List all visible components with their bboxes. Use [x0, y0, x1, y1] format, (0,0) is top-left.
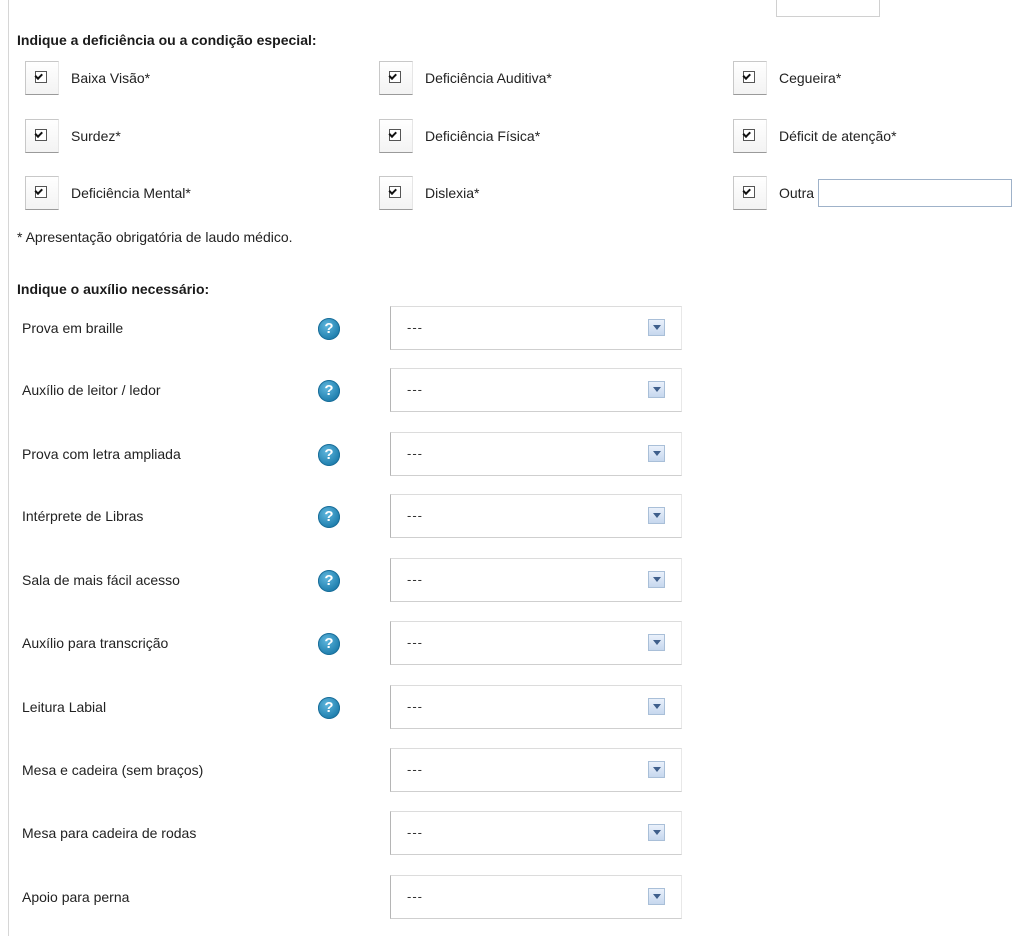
checkbox-item-deficit-atencao[interactable]: Déficit de atenção*	[733, 118, 897, 154]
help-question-icon[interactable]: ?	[318, 380, 340, 402]
checkbox-item-dislexia[interactable]: Dislexia*	[379, 175, 479, 211]
checkbox-item-surdez[interactable]: Surdez*	[25, 118, 121, 154]
help-question-icon[interactable]: ?	[318, 506, 340, 528]
checkbox-checked-icon	[743, 186, 755, 198]
chevron-down-icon[interactable]	[648, 888, 665, 905]
checkbox-baixa-visao[interactable]	[25, 61, 59, 95]
chevron-down-icon[interactable]	[648, 824, 665, 841]
aid-select[interactable]: ---	[390, 811, 682, 855]
aid-row: Sala de mais fácil acesso? ---	[0, 558, 700, 602]
help-question-icon[interactable]: ?	[318, 444, 340, 466]
checkbox-checked-icon	[743, 129, 755, 141]
checkbox-item-baixa-visao[interactable]: Baixa Visão*	[25, 60, 150, 96]
aid-select-value: ---	[407, 635, 423, 650]
chevron-down-icon[interactable]	[648, 761, 665, 778]
aid-select[interactable]: ---	[390, 748, 682, 792]
checkbox-deficiencia-mental[interactable]	[25, 176, 59, 210]
chevron-down-icon[interactable]	[648, 319, 665, 336]
chevron-down-icon[interactable]	[648, 507, 665, 524]
aid-select-value: ---	[407, 446, 423, 461]
aid-row: Prova em braille? ---	[0, 306, 700, 350]
checkbox-checked-icon	[35, 129, 47, 141]
checkbox-outra[interactable]	[733, 176, 767, 210]
checkbox-cegueira[interactable]	[733, 61, 767, 95]
aid-label: Leitura Labial	[22, 699, 107, 715]
aid-label: Apoio para perna	[22, 889, 130, 905]
checkbox-checked-icon	[35, 186, 47, 198]
checkbox-checked-icon	[389, 71, 401, 83]
deficiency-section-title: Indique a deficiência ou a condição espe…	[17, 32, 317, 48]
aid-select-value: ---	[407, 889, 423, 904]
chevron-down-icon[interactable]	[648, 571, 665, 588]
checkbox-deficiencia-auditiva[interactable]	[379, 61, 413, 95]
checkbox-label: Baixa Visão*	[71, 70, 151, 86]
aid-row: Intérprete de Libras? ---	[0, 494, 700, 538]
chevron-down-icon[interactable]	[648, 698, 665, 715]
aid-label: Prova em braille	[22, 320, 124, 336]
aid-label: Auxílio para transcrição	[22, 635, 169, 651]
aid-select-value: ---	[407, 699, 423, 714]
special-needs-form: Indique a deficiência ou a condição espe…	[0, 0, 1036, 936]
checkbox-item-deficiencia-auditiva[interactable]: Deficiência Auditiva*	[379, 60, 552, 96]
aid-select[interactable]: ---	[390, 494, 682, 538]
help-question-icon[interactable]: ?	[318, 697, 340, 719]
aid-select-value: ---	[407, 320, 423, 335]
checkbox-item-cegueira[interactable]: Cegueira*	[733, 60, 841, 96]
checkbox-label: Deficiência Física*	[425, 128, 541, 144]
aid-section-title: Indique o auxílio necessário:	[17, 281, 210, 297]
chevron-down-icon[interactable]	[648, 381, 665, 398]
chevron-down-icon[interactable]	[648, 445, 665, 462]
checkbox-checked-icon	[389, 186, 401, 198]
checkbox-deficit-atencao[interactable]	[733, 119, 767, 153]
checkbox-checked-icon	[389, 129, 401, 141]
aid-row: Auxílio para transcrição? ---	[0, 621, 700, 665]
chevron-down-icon[interactable]	[648, 634, 665, 651]
aid-label: Mesa para cadeira de rodas	[22, 825, 197, 841]
aid-select[interactable]: ---	[390, 685, 682, 729]
checkbox-checked-icon	[743, 71, 755, 83]
checkbox-checked-icon	[35, 71, 47, 83]
aid-label: Sala de mais fácil acesso	[22, 572, 180, 588]
help-question-icon[interactable]: ?	[318, 318, 340, 340]
checkbox-dislexia[interactable]	[379, 176, 413, 210]
top-tab-fragment	[776, 0, 880, 17]
aid-select[interactable]: ---	[390, 432, 682, 476]
checkbox-item-deficiencia-mental[interactable]: Deficiência Mental*	[25, 175, 191, 211]
aid-label: Auxílio de leitor / ledor	[22, 382, 161, 398]
checkbox-item-deficiencia-fisica[interactable]: Deficiência Física*	[379, 118, 540, 154]
aid-label: Prova com letra ampliada	[22, 446, 181, 462]
checkbox-label: Déficit de atenção*	[779, 128, 897, 144]
checkbox-label: Deficiência Mental*	[71, 185, 191, 201]
checkbox-surdez[interactable]	[25, 119, 59, 153]
aid-row: Apoio para perna ---	[0, 875, 700, 919]
checkbox-label: Surdez*	[71, 128, 121, 144]
aid-select[interactable]: ---	[390, 875, 682, 919]
aid-row: Auxílio de leitor / ledor? ---	[0, 368, 700, 412]
aid-select-value: ---	[407, 762, 423, 777]
aid-select[interactable]: ---	[390, 368, 682, 412]
other-deficiency-input[interactable]	[818, 179, 1013, 207]
aid-select[interactable]: ---	[390, 558, 682, 602]
medical-report-note: * Apresentação obrigatória de laudo médi…	[17, 229, 293, 245]
help-question-icon[interactable]: ?	[318, 570, 340, 592]
aid-select[interactable]: ---	[390, 306, 682, 350]
aid-label: Mesa e cadeira (sem braços)	[22, 762, 204, 778]
aid-select-value: ---	[407, 382, 423, 397]
checkbox-deficiencia-fisica[interactable]	[379, 119, 413, 153]
aid-row: Mesa para cadeira de rodas ---	[0, 811, 700, 855]
aid-select-value: ---	[407, 572, 423, 587]
help-question-icon[interactable]: ?	[318, 633, 340, 655]
aid-select[interactable]: ---	[390, 621, 682, 665]
aid-select-value: ---	[407, 508, 423, 523]
aid-row: Mesa e cadeira (sem braços) ---	[0, 748, 700, 792]
checkbox-label: Dislexia*	[425, 185, 480, 201]
checkbox-label: Outra	[779, 185, 815, 201]
checkbox-label: Deficiência Auditiva*	[425, 70, 552, 86]
aid-row: Leitura Labial? ---	[0, 685, 700, 729]
aid-select-value: ---	[407, 825, 423, 840]
checkbox-label: Cegueira*	[779, 70, 842, 86]
aid-label: Intérprete de Libras	[22, 508, 144, 524]
checkbox-item-outra[interactable]: Outra	[733, 175, 1013, 211]
aid-row: Prova com letra ampliada? ---	[0, 432, 700, 476]
